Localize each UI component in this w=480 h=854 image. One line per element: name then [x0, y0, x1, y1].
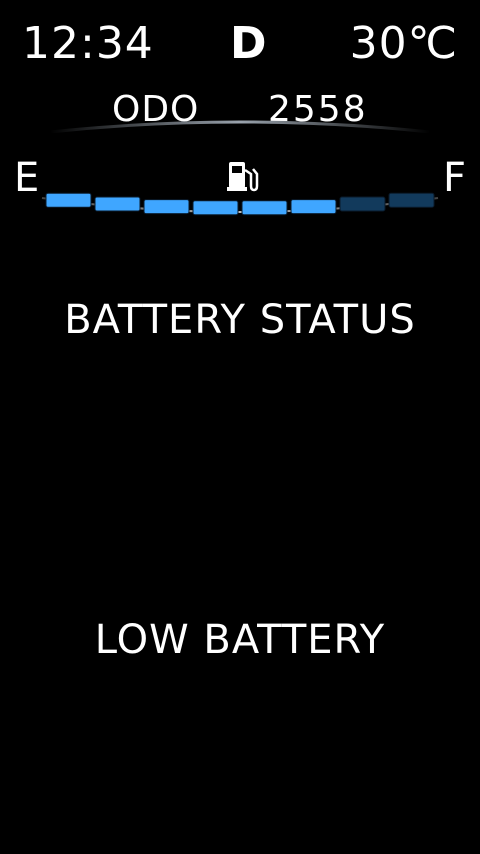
fuel-segment — [339, 196, 386, 212]
battery-level-bar — [104, 562, 376, 586]
odometer-divider — [49, 120, 431, 134]
temperature-display: 30℃ — [349, 18, 458, 69]
fuel-segment — [94, 196, 141, 212]
dial-tick — [352, 354, 396, 398]
gear-indicator: D — [230, 18, 268, 69]
dial-tick — [38, 425, 93, 451]
dial-tick — [299, 657, 325, 712]
fuel-segment — [143, 199, 190, 215]
fuel-segment — [192, 200, 239, 216]
dial-tick — [387, 425, 442, 451]
dial-tick — [38, 569, 93, 595]
fuel-segment — [241, 200, 288, 216]
battery-icon — [102, 406, 378, 592]
dial-tick — [155, 657, 181, 712]
dial-tick — [387, 569, 442, 595]
fuel-segment — [388, 192, 435, 208]
dial-tick — [84, 354, 128, 398]
fuel-pump-icon — [227, 162, 259, 192]
fuel-segment — [45, 192, 92, 208]
battery-status-title: BATTERY STATUS — [64, 297, 416, 343]
clock-display: 12:34 — [22, 18, 154, 69]
battery-status-message: LOW BATTERY — [94, 617, 386, 663]
fuel-gauge — [41, 162, 439, 216]
fuel-segment — [290, 199, 337, 215]
